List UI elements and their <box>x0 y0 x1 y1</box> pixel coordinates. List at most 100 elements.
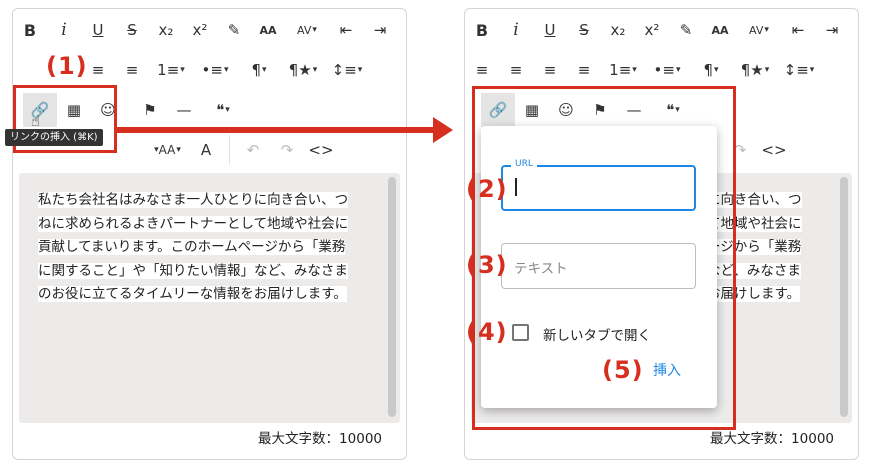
ordered-list-button[interactable]: 1≡ ▾ <box>149 53 193 87</box>
chevron-down-icon: ▾ <box>632 65 637 75</box>
link-text-input[interactable]: テキスト <box>501 243 696 289</box>
url-field-label: URL <box>511 159 537 169</box>
toolbar-row-2: ≡ ≡ 1≡ ▾ •≡ ▾ ¶ ▾ ¶★ ▾ ↕≡ ▾ <box>81 51 369 89</box>
step-4-label: (4) <box>466 318 508 346</box>
superscript-button[interactable]: x² <box>183 13 217 47</box>
underline-button[interactable]: U <box>81 13 115 47</box>
paragraph-style-icon: ¶★ <box>740 61 764 79</box>
ordered-list-icon: 1≡ <box>609 61 632 79</box>
insert-link-popup: URL テキスト 新しいタブで開く 挿入 <box>481 126 717 408</box>
chevron-down-icon: ▾ <box>225 105 230 115</box>
chevron-down-icon: ▾ <box>312 25 317 35</box>
chevron-down-icon: ▾ <box>675 65 681 75</box>
source-code-button[interactable]: <> <box>304 133 338 167</box>
line-height-button[interactable]: ↕≡ ▾ <box>325 53 369 87</box>
char-counter: 最大文字数：10000 <box>710 431 834 447</box>
editor-line: のお役に立てるタイムリーな情報をお届けします。 <box>38 286 347 302</box>
char-counter: 最大文字数：10000 <box>258 431 382 447</box>
strikethrough-button[interactable]: S <box>115 13 149 47</box>
bullet-list-icon: •≡ <box>653 61 675 79</box>
ordered-list-icon: 1≡ <box>157 61 180 79</box>
superscript-button[interactable]: x² <box>635 13 669 47</box>
subscript-button[interactable]: x₂ <box>149 13 183 47</box>
step-3-label: (3) <box>466 251 508 279</box>
chevron-down-icon: ▾ <box>809 65 815 75</box>
outdent-button[interactable]: ⇤ <box>329 13 363 47</box>
bullet-list-button[interactable]: •≡ ▾ <box>193 53 237 87</box>
hand-cursor-icon: ☝ <box>31 112 41 130</box>
font-size-button[interactable]: AA <box>703 13 737 47</box>
strikethrough-button[interactable]: S <box>567 13 601 47</box>
toolbar-divider <box>229 135 230 165</box>
undo-button[interactable]: ↶ <box>236 133 270 167</box>
chevron-down-icon: ▾ <box>312 65 318 75</box>
bullet-list-icon: •≡ <box>201 61 223 79</box>
align-justify-button[interactable]: ≡ <box>115 53 149 87</box>
subscript-button[interactable]: x₂ <box>601 13 635 47</box>
align-center-button[interactable]: ≡ <box>499 53 533 87</box>
align-left-button[interactable]: ≡ <box>465 53 499 87</box>
bold-button[interactable]: B <box>465 13 499 47</box>
text-size-label: AA <box>158 143 176 157</box>
chevron-down-icon: ▾ <box>176 145 181 155</box>
editor-line: 私たち会社名はみなさま一人ひとりに向き合い、つ <box>38 192 349 208</box>
indent-button[interactable]: ⇥ <box>815 13 849 47</box>
highlight-button[interactable]: A <box>189 133 223 167</box>
chevron-down-icon: ▾ <box>180 65 185 75</box>
clear-format-button[interactable]: ✎ <box>669 13 703 47</box>
text-caret <box>515 178 517 196</box>
link-tooltip: リンクの挿入 (⌘K) <box>5 129 103 146</box>
link-text-placeholder: テキスト <box>514 261 568 277</box>
url-input[interactable]: URL <box>501 159 696 211</box>
chevron-down-icon: ▾ <box>223 65 229 75</box>
letter-spacing-label: AV <box>297 23 312 37</box>
quote-button[interactable]: ❝ ▾ <box>201 93 245 127</box>
font-size-button[interactable]: AA <box>251 13 285 47</box>
line-height-icon: ↕≡ <box>331 61 357 79</box>
outdent-button[interactable]: ⇤ <box>781 13 815 47</box>
paragraph-icon: ¶ <box>703 61 713 79</box>
paragraph-button[interactable]: ¶ ▾ <box>237 53 281 87</box>
insert-button[interactable]: 挿入 <box>653 360 681 380</box>
chevron-down-icon: ▾ <box>764 65 770 75</box>
paragraph-style-button[interactable]: ¶★ ▾ <box>733 53 777 87</box>
bullet-list-button[interactable]: •≡ ▾ <box>645 53 689 87</box>
indent-button[interactable]: ⇥ <box>363 13 397 47</box>
horizontal-rule-button[interactable]: — <box>167 93 201 127</box>
line-height-button[interactable]: ↕≡ ▾ <box>777 53 821 87</box>
letter-spacing-button[interactable]: AV ▾ <box>737 13 781 47</box>
toolbar-row-1: B i U S x₂ x² ✎ AA AV ▾ ⇤ ⇥ <box>13 11 397 49</box>
paragraph-style-button[interactable]: ¶★ ▾ <box>281 53 325 87</box>
align-right-button[interactable]: ≡ <box>533 53 567 87</box>
editor-content-area[interactable]: 私たち会社名はみなさま一人ひとりに向き合い、つ ねに求められるよきパートナーとし… <box>19 173 400 423</box>
chevron-down-icon: ▾ <box>357 65 363 75</box>
ordered-list-button[interactable]: 1≡ ▾ <box>601 53 645 87</box>
editor-line: ねに求められるよきパートナーとして地域や社会に <box>38 215 349 232</box>
toolbar-row-1: B i U S x₂ x² ✎ AA AV ▾ ⇤ ⇥ <box>465 11 849 49</box>
bold-button[interactable]: B <box>13 13 47 47</box>
scrollbar[interactable] <box>840 177 848 417</box>
italic-button[interactable]: i <box>499 13 533 47</box>
arrow-shaft <box>117 127 435 133</box>
chevron-down-icon: ▾ <box>764 25 769 35</box>
scrollbar[interactable] <box>388 177 396 417</box>
insert-flag-button[interactable]: ⚑ <box>133 93 167 127</box>
paragraph-button[interactable]: ¶ ▾ <box>689 53 733 87</box>
text-color-button[interactable]: ▾ AA ▾ <box>145 133 189 167</box>
line-height-icon: ↕≡ <box>783 61 809 79</box>
step-2-label: (2) <box>466 175 508 203</box>
editor-line: に関すること」や「知りたい情報」など、みなさま <box>38 262 348 279</box>
redo-button[interactable]: ↷ <box>270 133 304 167</box>
italic-button[interactable]: i <box>47 13 81 47</box>
underline-button[interactable]: U <box>533 13 567 47</box>
clear-format-button[interactable]: ✎ <box>217 13 251 47</box>
letter-spacing-button[interactable]: AV ▾ <box>285 13 329 47</box>
paragraph-icon: ¶ <box>251 61 261 79</box>
chevron-down-icon: ▾ <box>262 65 267 75</box>
source-code-button[interactable]: <> <box>757 133 791 167</box>
open-new-tab-label: 新しいタブで開く <box>543 328 651 344</box>
open-new-tab-checkbox[interactable] <box>512 324 529 341</box>
editor-line: 貢献してまいります。このホームページから「業務 <box>38 239 346 255</box>
align-justify-button[interactable]: ≡ <box>567 53 601 87</box>
quote-icon: ❝ <box>216 101 225 119</box>
